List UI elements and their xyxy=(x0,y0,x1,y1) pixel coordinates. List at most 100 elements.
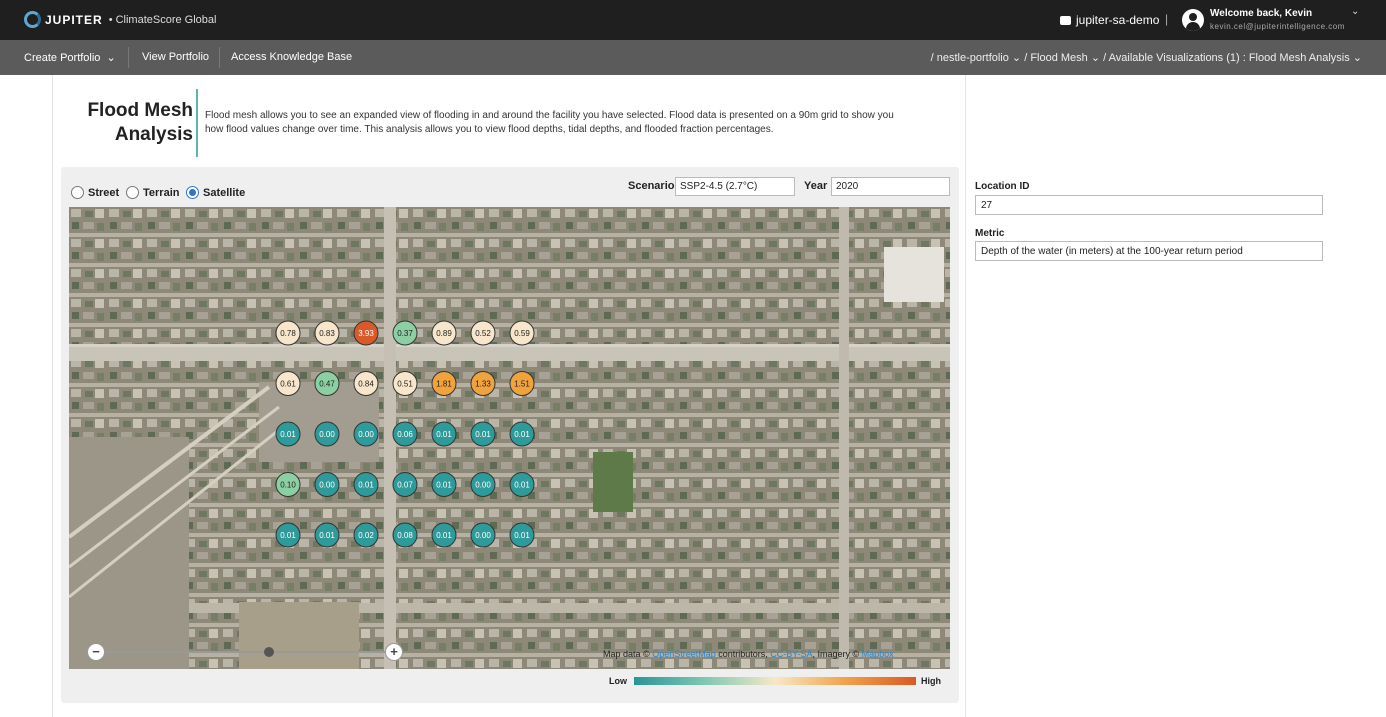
map-canvas[interactable]: 0.78 0.83 3.93 0.37 0.89 0.52 0.59 0.61 0.47 0.84… xyxy=(69,207,950,669)
flood-cell-marker[interactable]: 0.00 xyxy=(314,421,340,447)
flood-cell-marker[interactable]: 0.01 xyxy=(314,522,340,548)
flood-cell-marker[interactable]: 0.02 xyxy=(353,522,379,548)
flood-cell-marker[interactable]: 0.78 xyxy=(275,320,301,346)
flood-cell-marker[interactable]: 0.01 xyxy=(509,522,535,548)
flood-cell-marker[interactable]: 1.51 xyxy=(509,371,535,396)
flood-cell-marker[interactable]: 0.10 xyxy=(275,472,301,497)
chevron-down-icon: ⌄ xyxy=(106,52,116,64)
mapbox-link[interactable]: Mapbox xyxy=(862,649,894,659)
cc-link[interactable]: CC-BY-SA xyxy=(770,649,812,659)
flood-cell-value: 0.78 xyxy=(280,329,296,338)
main-content: Flood Mesh Analysis Flood mesh allows yo… xyxy=(52,75,966,717)
flood-cell-marker[interactable]: 0.51 xyxy=(392,371,418,396)
flood-cell-value: 0.01 xyxy=(514,531,530,540)
flood-cell-marker[interactable]: 0.07 xyxy=(392,472,418,497)
flood-cell-marker[interactable]: 0.37 xyxy=(392,320,418,346)
attribution-text: Map data © xyxy=(603,649,650,659)
road xyxy=(69,603,950,613)
flood-cell-value: 1.81 xyxy=(436,380,452,389)
legend-color-scale xyxy=(634,677,916,685)
flood-cell-value: 0.01 xyxy=(514,481,530,490)
flood-cell-value: 0.02 xyxy=(358,531,374,540)
flood-cell-value: 0.00 xyxy=(319,430,335,439)
layer-radio-satellite[interactable]: Satellite xyxy=(186,186,245,199)
flood-cell-value: 1.33 xyxy=(475,380,491,389)
flood-cell-marker[interactable]: 0.01 xyxy=(431,472,457,497)
year-label: Year xyxy=(804,180,828,192)
flood-cell-marker[interactable]: 0.00 xyxy=(470,472,496,497)
flood-cell-marker[interactable]: 0.89 xyxy=(431,320,457,346)
flood-cell-marker[interactable]: 0.47 xyxy=(314,371,340,396)
map-attribution: Map data © OpenStreetMap contributors, C… xyxy=(603,649,894,659)
flood-cell-marker[interactable]: 0.01 xyxy=(431,522,457,548)
user-email: kevin.cel@jupiterintelligence.com xyxy=(1210,22,1345,31)
avatar[interactable] xyxy=(1182,9,1204,31)
flood-cell-marker[interactable]: 0.08 xyxy=(392,522,418,548)
logo[interactable]: JUPITER • ClimateScore Global xyxy=(24,11,216,28)
flood-cell-marker[interactable]: 0.01 xyxy=(431,421,457,447)
flood-cell-marker[interactable]: 0.01 xyxy=(275,421,301,447)
layer-radio-street[interactable]: Street xyxy=(71,186,119,199)
product-name: • ClimateScore Global xyxy=(108,13,217,26)
create-portfolio-menu[interactable]: Create Portfolio ⌄ xyxy=(24,51,116,64)
scenario-label: Scenario xyxy=(628,180,675,192)
flood-cell-marker[interactable]: 0.61 xyxy=(275,371,301,396)
highway xyxy=(69,347,950,361)
chevron-down-icon[interactable]: ⌄ xyxy=(1351,6,1359,17)
flood-cell-marker[interactable]: 0.01 xyxy=(470,421,496,447)
welcome-text: Welcome back, Kevin xyxy=(1210,8,1313,19)
flood-cell-marker[interactable]: 0.59 xyxy=(509,320,535,346)
flood-cell-marker[interactable]: 0.84 xyxy=(353,371,379,396)
flood-cell-value: 0.01 xyxy=(319,531,335,540)
zoom-in-button[interactable]: + xyxy=(385,643,403,661)
satellite-map[interactable]: 0.78 0.83 3.93 0.37 0.89 0.52 0.59 0.61 0.47 0.84… xyxy=(69,207,950,669)
flood-cell-value: 0.37 xyxy=(397,329,413,338)
flood-cell-marker[interactable]: 3.93 xyxy=(353,320,379,346)
flood-cell-marker[interactable]: 0.00 xyxy=(314,472,340,497)
flood-cell-value: 0.01 xyxy=(358,481,374,490)
jupiter-logo-icon xyxy=(24,11,41,28)
location-id-field[interactable]: 27 xyxy=(975,195,1323,215)
layer-label: Satellite xyxy=(203,186,246,199)
radio-button xyxy=(126,186,139,199)
layer-radio-terrain[interactable]: Terrain xyxy=(126,186,179,199)
zoom-slider-handle[interactable] xyxy=(264,647,274,657)
metric-field[interactable]: Depth of the water (in meters) at the 10… xyxy=(975,241,1323,261)
flood-cell-marker[interactable]: 0.01 xyxy=(275,522,301,548)
osm-link[interactable]: OpenStreetMap xyxy=(652,649,716,659)
year-select[interactable]: 2020 xyxy=(831,177,950,196)
zoom-slider-track[interactable] xyxy=(96,651,394,653)
view-portfolio-link[interactable]: View Portfolio xyxy=(142,51,209,63)
flood-cell-value: 0.47 xyxy=(319,380,335,389)
flood-cell-value: 0.59 xyxy=(514,329,530,338)
flood-cell-marker[interactable]: 0.52 xyxy=(470,320,496,346)
flood-cell-marker[interactable]: 0.00 xyxy=(353,421,379,447)
flood-cell-marker[interactable]: 0.01 xyxy=(509,472,535,497)
knowledge-base-link[interactable]: Access Knowledge Base xyxy=(231,51,352,63)
flood-cell-marker[interactable]: 0.01 xyxy=(509,421,535,447)
breadcrumb[interactable]: / nestle-portfolio ⌄ / Flood Mesh ⌄ / Av… xyxy=(931,51,1362,64)
park xyxy=(593,452,633,512)
layer-label: Terrain xyxy=(143,186,180,199)
flood-cell-value: 0.00 xyxy=(358,430,374,439)
flood-cell-value: 0.01 xyxy=(436,531,452,540)
flood-cell-marker[interactable]: 1.81 xyxy=(431,371,457,396)
tenant-name: jupiter-sa-demo xyxy=(1076,13,1160,27)
legend-high-label: High xyxy=(921,676,941,686)
flood-cell-marker[interactable]: 1.33 xyxy=(470,371,496,396)
flood-cell-value: 0.83 xyxy=(319,329,335,338)
flood-cell-value: 0.08 xyxy=(397,531,413,540)
page-title: Flood Mesh Analysis xyxy=(73,99,193,147)
flood-cell-marker[interactable]: 0.83 xyxy=(314,320,340,346)
zoom-out-button[interactable]: − xyxy=(87,643,105,661)
flood-cell-marker[interactable]: 0.06 xyxy=(392,421,418,447)
flood-cell-marker[interactable]: 0.00 xyxy=(470,522,496,548)
scenario-select[interactable]: SSP2-4.5 (2.7°C) xyxy=(675,177,795,196)
tenant-selector[interactable]: jupiter-sa-demo xyxy=(1060,13,1159,27)
page-title-line1: Flood Mesh xyxy=(87,100,193,121)
flood-cell-value: 0.84 xyxy=(358,380,374,389)
page-title-line2: Analysis xyxy=(114,124,193,145)
top-bar: JUPITER • ClimateScore Global jupiter-sa… xyxy=(0,0,1386,40)
header-separator: | xyxy=(1165,12,1169,26)
flood-cell-marker[interactable]: 0.01 xyxy=(353,472,379,497)
